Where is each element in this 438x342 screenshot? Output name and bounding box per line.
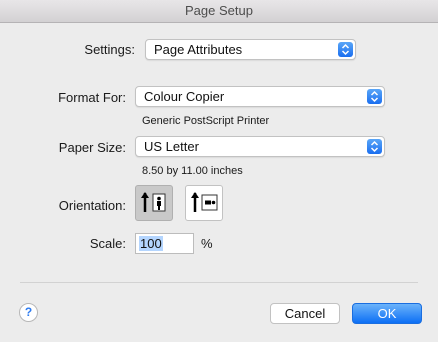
paper-size-popup[interactable]: US Letter bbox=[135, 136, 385, 157]
scale-input[interactable]: 100 bbox=[135, 233, 194, 254]
cancel-button[interactable]: Cancel bbox=[270, 303, 340, 324]
settings-value: Page Attributes bbox=[154, 42, 243, 57]
orientation-landscape-button[interactable] bbox=[185, 185, 223, 221]
ok-button[interactable]: OK bbox=[352, 303, 422, 324]
scale-value: 100 bbox=[139, 236, 163, 251]
format-for-popup[interactable]: Colour Copier bbox=[135, 86, 385, 107]
portrait-icon bbox=[141, 192, 166, 212]
paper-size-description: 8.50 by 11.00 inches bbox=[142, 165, 243, 177]
chevron-updown-icon bbox=[367, 139, 382, 154]
printer-description: Generic PostScript Printer bbox=[142, 115, 270, 127]
window-title: Page Setup bbox=[185, 3, 253, 18]
orientation-label: Orientation: bbox=[58, 198, 126, 213]
orientation-portrait-button[interactable] bbox=[135, 185, 173, 221]
chevron-updown-icon bbox=[338, 42, 353, 57]
scale-label: Scale: bbox=[89, 236, 126, 251]
paper-size-value: US Letter bbox=[144, 139, 199, 154]
help-button[interactable]: ? bbox=[19, 303, 38, 322]
help-icon: ? bbox=[24, 305, 33, 319]
settings-popup[interactable]: Page Attributes bbox=[145, 39, 356, 60]
format-for-label: Format For: bbox=[58, 90, 126, 105]
scale-unit: % bbox=[201, 236, 213, 251]
window-titlebar: Page Setup bbox=[0, 0, 438, 23]
settings-label: Settings: bbox=[84, 42, 135, 57]
format-for-value: Colour Copier bbox=[144, 89, 225, 104]
landscape-icon bbox=[191, 192, 218, 212]
paper-size-label: Paper Size: bbox=[58, 140, 126, 155]
chevron-updown-icon bbox=[367, 89, 382, 104]
footer-divider bbox=[20, 282, 418, 283]
